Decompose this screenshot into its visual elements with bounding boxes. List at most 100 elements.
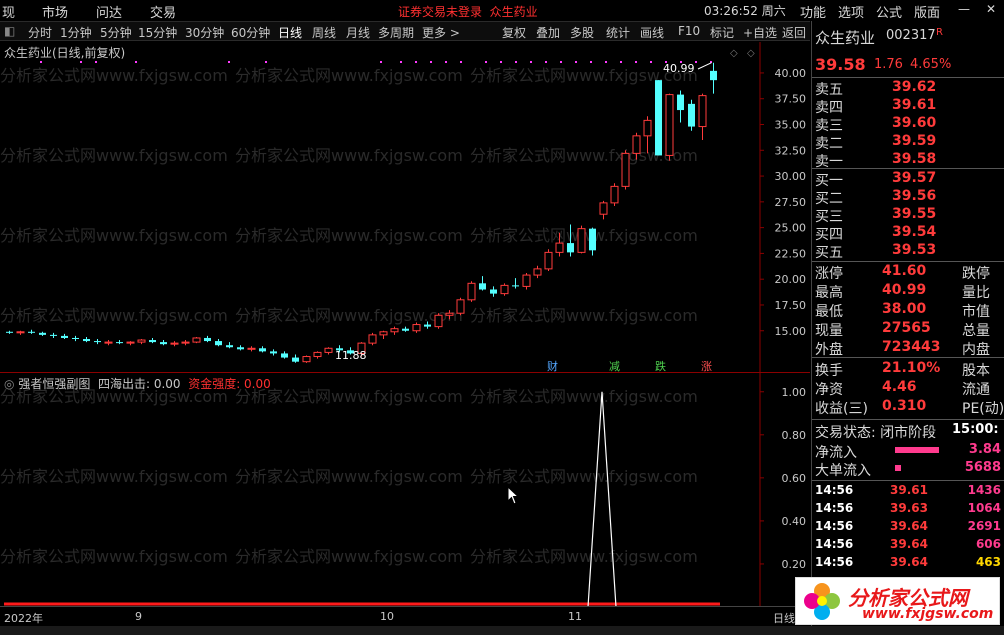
stat-row: 外盘 723443 内盘	[812, 339, 1004, 358]
candle-body	[424, 324, 431, 327]
tab-weekly[interactable]: 周线	[312, 24, 336, 41]
candle-body	[368, 334, 377, 344]
tab-1min[interactable]: 1分钟	[60, 24, 92, 41]
toolbar-mark[interactable]: 标记	[710, 24, 734, 41]
signal-dot	[460, 61, 462, 63]
expand-icon[interactable]: ◇	[747, 48, 755, 59]
candle-body	[379, 331, 388, 336]
candle-body	[599, 202, 608, 215]
tab-multi-period[interactable]: 多周期	[378, 24, 414, 41]
signal-dot	[228, 61, 230, 63]
menu-item-function[interactable]: 功能	[800, 2, 826, 21]
stat-right-label: 跌停	[962, 266, 990, 282]
menu-item-trade[interactable]: 交易	[150, 2, 176, 21]
toolbar-multi-stock[interactable]: 多股	[570, 24, 594, 41]
toolbar-fuquan[interactable]: 复权	[502, 24, 526, 41]
candle-body	[402, 328, 409, 331]
menu-item-options[interactable]: 选项	[838, 2, 864, 21]
ask-price: 39.60	[892, 115, 937, 131]
menu-item-wenda[interactable]: 问达	[96, 2, 122, 21]
indicator-tick-label: 1.00	[782, 386, 807, 399]
indicator-value-zijin: 资金强度: 0.00	[188, 377, 271, 391]
indicator-pane[interactable]: 分析家公式网www.fxjgsw.com 分析家公式网www.fxjgsw.co…	[0, 372, 810, 606]
stock-name: 众生药业	[815, 29, 876, 47]
tab-60min[interactable]: 60分钟	[231, 24, 270, 41]
menu-item-formula[interactable]: 公式	[876, 2, 902, 21]
toolbar-overlay[interactable]: 叠加	[536, 24, 560, 41]
stat2-right-label: PE(动)	[962, 401, 1004, 417]
event-badge-fall[interactable]: 跌	[655, 358, 666, 372]
event-badge-reduce[interactable]: 减	[609, 358, 620, 372]
main-chart-pane[interactable]: 分析家公式网www.fxjgsw.com 分析家公式网www.fxjgsw.co…	[0, 42, 810, 372]
indicator-title[interactable]: 强者恒强副图	[18, 377, 90, 391]
tab-15min[interactable]: 15分钟	[138, 24, 177, 41]
event-badge-rise[interactable]: 涨	[701, 358, 712, 372]
signal-dot	[515, 61, 517, 63]
price-tick-label: 40.00	[775, 67, 807, 80]
indicator-toggle-icon[interactable]: ◎	[4, 377, 14, 391]
price-tick-label: 30.00	[775, 170, 807, 183]
tab-daily[interactable]: 日线	[278, 24, 302, 41]
bid-level-row: 买五 39.53	[812, 242, 1004, 261]
menu-item-market[interactable]: 市场	[42, 2, 68, 21]
stat-right-label: 市值	[962, 304, 990, 320]
bid-level-row: 买一 39.57	[812, 170, 1004, 189]
toolbar-draw[interactable]: 画线	[640, 24, 664, 41]
candle-body	[522, 274, 531, 287]
stat-label: 最低	[815, 304, 843, 320]
panel-toggle-icon[interactable]: ◧	[4, 24, 15, 38]
candle-body	[204, 337, 211, 342]
mouse-cursor-icon	[507, 486, 520, 505]
signal-dot	[135, 61, 137, 63]
tab-30min[interactable]: 30分钟	[185, 24, 224, 41]
tick-time: 14:56	[815, 519, 854, 533]
stat-right-label: 内盘	[962, 342, 990, 358]
candle-body	[237, 347, 244, 350]
stat-label: 涨停	[815, 266, 843, 282]
logo-url: www.fxjgsw.com	[862, 606, 994, 622]
candle-body	[456, 299, 465, 314]
candlestick-chart[interactable]: 40.00 37.50 35.00 32.50 30.00 27.50 25.00 22.50…	[0, 42, 810, 372]
candle-body	[104, 341, 113, 344]
indicator-chart[interactable]: 1.00 0.80 0.60 0.40 0.20	[0, 373, 810, 606]
toolbar-back[interactable]: 返回	[782, 24, 806, 41]
signal-dot	[485, 61, 487, 63]
menu-item-layout[interactable]: 版面	[914, 2, 940, 21]
stat2-right-label: 股本	[962, 363, 990, 379]
signal-dot	[265, 61, 267, 63]
candle-body	[28, 331, 35, 333]
settings-diamond-icon[interactable]: ◇	[730, 48, 738, 59]
indicator-value-sihai: 四海出击: 0.00	[97, 377, 181, 391]
stat2-value: 4.46	[882, 379, 917, 395]
candle-body	[434, 314, 443, 328]
tab-monthly[interactable]: 月线	[346, 24, 370, 41]
tick-qty: 1064	[967, 501, 1001, 515]
toolbar-stats[interactable]: 统计	[606, 24, 630, 41]
menu-item-xian[interactable]: 现	[2, 2, 15, 21]
ask-price: 39.59	[892, 133, 937, 149]
stat-label: 最高	[815, 285, 843, 301]
low-price-label: 11.88	[335, 349, 367, 362]
bid-level-row: 买三 39.55	[812, 206, 1004, 225]
event-badge-finance[interactable]: 财	[547, 358, 558, 372]
close-icon[interactable]: ✕	[986, 2, 996, 16]
candle-body	[226, 345, 233, 348]
period-toolbar: ◧ 分时 1分钟 5分钟 15分钟 30分钟 60分钟 日线 周线 月线 多周期…	[0, 21, 810, 41]
bid-price: 39.54	[892, 224, 937, 240]
tick-price: 39.64	[890, 519, 928, 533]
ask-level-label: 卖四	[815, 100, 843, 116]
ask-level-row: 卖一 39.58	[812, 151, 1004, 170]
tab-more[interactable]: 更多 >	[422, 24, 460, 41]
quote-panel: 众生药业 002317 R 39.58 1.76 4.65% 交易状态: 闭市阶…	[811, 21, 1004, 626]
minimize-icon[interactable]: —	[958, 2, 970, 16]
tick-row: 14:56 39.64 463	[812, 555, 1004, 573]
main-chart-title: 众生药业(日线,前复权)	[4, 46, 126, 60]
tab-fenshi[interactable]: 分时	[28, 24, 52, 41]
signal-dot	[605, 61, 607, 63]
toolbar-f10[interactable]: F10	[678, 24, 700, 38]
tick-price: 39.63	[890, 501, 928, 515]
tab-5min[interactable]: 5分钟	[100, 24, 132, 41]
candle-body	[567, 243, 574, 253]
candle-body	[292, 357, 299, 362]
toolbar-add-watchlist[interactable]: +自选	[743, 24, 777, 41]
